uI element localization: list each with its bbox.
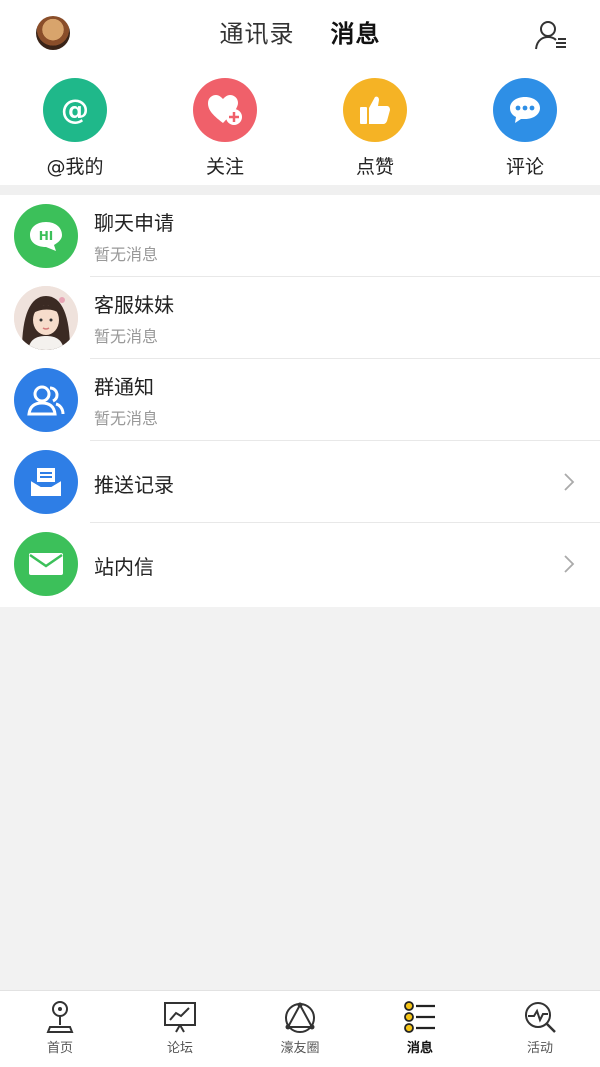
- list-item-customer-service[interactable]: 客服妹妹 暂无消息: [0, 277, 600, 359]
- messages-screen: 通讯录 消息 @ @我的 关注 点赞 评论 HI 聊天申请 暂无消息 客服妹妹 …: [0, 0, 600, 1067]
- quick-action-label: 评论: [505, 156, 544, 178]
- support-avatar: [14, 286, 78, 350]
- envelope-icon: [14, 532, 78, 596]
- nav-label: 濠友圈: [280, 1041, 320, 1056]
- chevron-right-icon: [564, 473, 575, 491]
- group-icon: [14, 368, 78, 432]
- chevron-right-icon: [564, 555, 575, 573]
- bottom-nav: 首页 论坛 濠友圈 消息 活动: [0, 990, 600, 1067]
- hi-bubble-icon: HI: [14, 204, 78, 268]
- at-icon: @: [43, 78, 107, 142]
- list-item-title: 聊天申请: [94, 211, 174, 235]
- triangle-network-icon: [285, 1002, 315, 1033]
- heart-plus-icon: [193, 78, 257, 142]
- nav-label: 活动: [526, 1041, 553, 1056]
- message-list-icon: [404, 1001, 435, 1033]
- list-item-site-mail[interactable]: 站内信: [0, 523, 600, 605]
- quick-action-label: 点赞: [355, 156, 394, 178]
- svg-text:HI: HI: [39, 229, 54, 243]
- list-item-title: 推送记录: [94, 473, 174, 497]
- quick-actions: @ @我的 关注 点赞 评论: [0, 70, 600, 185]
- tab-messages[interactable]: 消息: [331, 18, 381, 64]
- thumbs-up-icon: [343, 78, 407, 142]
- quick-action-label: @我的: [46, 156, 104, 178]
- list-item-subtitle: 暂无消息: [94, 409, 159, 428]
- tab-contacts[interactable]: 通讯录: [220, 18, 295, 64]
- list-item-title: 群通知: [94, 375, 154, 399]
- list-item-subtitle: 暂无消息: [94, 245, 159, 264]
- nav-messages[interactable]: 消息: [360, 991, 480, 1067]
- nav-forum[interactable]: 论坛: [120, 991, 240, 1067]
- list-item-title: 客服妹妹: [94, 293, 174, 317]
- quick-action-mentions[interactable]: @ @我的: [0, 70, 150, 185]
- nav-label: 论坛: [166, 1041, 193, 1056]
- list-item-subtitle: 暂无消息: [94, 327, 159, 346]
- nav-home[interactable]: 首页: [0, 991, 120, 1067]
- nav-activity[interactable]: 活动: [480, 991, 600, 1067]
- header-tabs: 通讯录 消息: [0, 18, 600, 64]
- section-divider: [0, 185, 600, 195]
- quick-action-comments[interactable]: 评论: [450, 70, 600, 185]
- activity-search-icon: [525, 1002, 556, 1033]
- inbox-icon: [14, 450, 78, 514]
- nav-label: 首页: [46, 1041, 73, 1056]
- list-item-title: 站内信: [94, 555, 154, 579]
- user-menu-icon[interactable]: [534, 18, 568, 52]
- list-item-chat-requests[interactable]: HI 聊天申请 暂无消息: [0, 195, 600, 277]
- message-list: HI 聊天申请 暂无消息 客服妹妹 暂无消息 群通知 暂无消息 推送记录 站内信: [0, 195, 600, 607]
- forum-chart-icon: [164, 1002, 196, 1033]
- top-header: 通讯录 消息: [0, 0, 600, 70]
- quick-action-follow[interactable]: 关注: [150, 70, 300, 185]
- nav-label: 消息: [406, 1041, 433, 1056]
- quick-action-label: 关注: [205, 156, 244, 178]
- svg-text:@: @: [61, 93, 89, 126]
- chat-bubble-icon: [493, 78, 557, 142]
- list-item-group-notice[interactable]: 群通知 暂无消息: [0, 359, 600, 441]
- quick-action-likes[interactable]: 点赞: [300, 70, 450, 185]
- nav-circle[interactable]: 濠友圈: [240, 991, 360, 1067]
- list-item-push-history[interactable]: 推送记录: [0, 441, 600, 523]
- home-joystick-icon: [46, 1001, 74, 1033]
